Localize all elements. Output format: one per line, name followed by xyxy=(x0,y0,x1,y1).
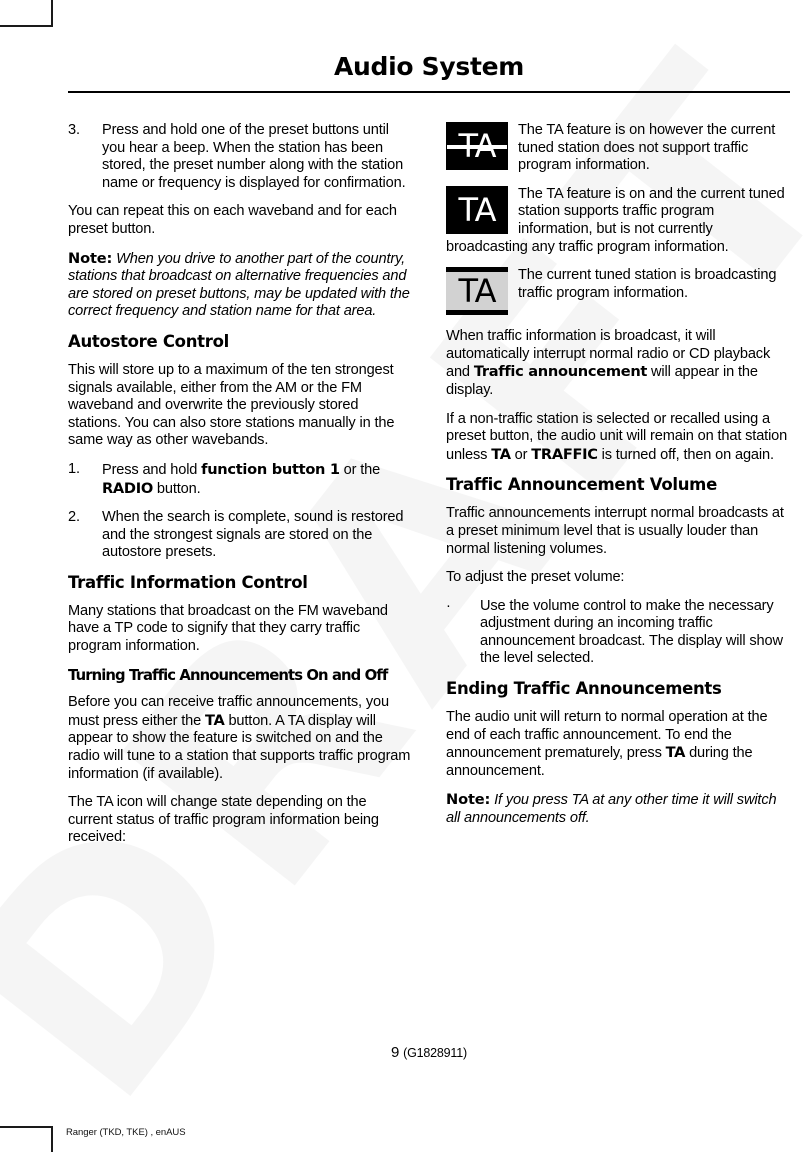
ta-button-label: TA xyxy=(491,445,511,463)
page-number: 9 (G1828911) xyxy=(68,1044,790,1061)
traffic-info-paragraph: Many stations that broadcast on the FM w… xyxy=(68,602,388,655)
page-number-value: 9 xyxy=(391,1044,400,1061)
section-heading-autostore-control: Autostore Control xyxy=(68,331,229,351)
document-footer: Ranger (TKD, TKE) , enAUS xyxy=(66,1127,186,1138)
note-text: If you press TA at any other time it wil… xyxy=(446,792,777,827)
page-title: Audio System xyxy=(333,52,525,81)
ta-state-description: The current tuned station is broadcastin… xyxy=(518,267,777,301)
ta-icon-label: TA xyxy=(458,272,497,311)
list-item-autostore-1: 1. Press and hold function button 1 or t… xyxy=(68,461,412,498)
turning-on-off-paragraph: Before you can receive traffic announcem… xyxy=(68,694,412,783)
ta-state-row-supported: TA The TA feature is on and the current … xyxy=(446,185,790,256)
two-column-body: 3. Press and hold one of the preset butt… xyxy=(68,122,790,858)
step-mid: or the xyxy=(339,461,381,478)
list-marker: 1. xyxy=(68,460,80,477)
note-paragraph-2: Note: If you press TA at any other time … xyxy=(446,791,790,827)
ta-state-row-unsupported: TA The TA feature is on however the curr… xyxy=(446,122,790,175)
list-marker: 2. xyxy=(68,509,80,526)
paragraph-suffix: is turned off, then on again. xyxy=(597,446,774,463)
ta-button-label: TA xyxy=(205,711,225,729)
repeat-paragraph: You can repeat this on each waveband and… xyxy=(68,203,397,237)
ta-icon-state-intro-paragraph: The TA icon will change state depending … xyxy=(68,794,379,846)
list-item-step-3: 3. Press and hold one of the preset butt… xyxy=(68,122,412,192)
note-label: Note: xyxy=(68,249,113,267)
right-column: TA The TA feature is on however the curr… xyxy=(446,122,790,858)
header-divider xyxy=(68,91,790,93)
subsection-heading-turning-traffic-announcements: Turning Traffic Announcements On and Off xyxy=(68,666,388,684)
note-text: When you drive to another part of the co… xyxy=(68,250,410,320)
ta-button-label: TA xyxy=(665,744,686,762)
step-suffix: button. xyxy=(152,480,201,497)
list-item-volume-adjust: · Use the volume control to make the nec… xyxy=(446,598,790,668)
left-column: 3. Press and hold one of the preset butt… xyxy=(68,122,412,858)
step-prefix: Press and hold xyxy=(102,461,202,478)
ta-state-row-broadcasting: TA The current tuned station is broadcas… xyxy=(446,267,790,317)
section-heading-ending-traffic-announcements: Ending Traffic Announcements xyxy=(446,679,722,699)
note-paragraph-1: Note: When you drive to another part of … xyxy=(68,250,412,321)
ta-icon-broadcasting: TA xyxy=(446,267,508,316)
function-button-1-label: function button 1 xyxy=(201,460,340,478)
list-item-text: When the search is complete, sound is re… xyxy=(102,509,404,561)
ta-icon-on-supported: TA xyxy=(446,185,508,234)
note-label: Note: xyxy=(446,791,491,809)
list-item-text: Use the volume control to make the neces… xyxy=(480,597,783,667)
manual-page: Audio System 3. Press and hold one of th… xyxy=(0,0,810,1152)
ta-icon-on-unsupported: TA xyxy=(446,122,508,170)
list-marker: 3. xyxy=(68,122,80,138)
volume-paragraph: Traffic announcements interrupt normal b… xyxy=(446,505,784,557)
ta-icon-label: TA xyxy=(458,190,497,229)
list-item-autostore-2: 2. When the search is complete, sound is… xyxy=(68,509,412,562)
adjust-preset-volume-intro: To adjust the preset volume: xyxy=(446,569,625,586)
section-heading-traffic-information-control: Traffic Information Control xyxy=(68,572,308,592)
page-number-code: (G1828911) xyxy=(403,1046,467,1060)
list-item-text: Press and hold one of the preset buttons… xyxy=(102,122,406,191)
non-traffic-station-paragraph: If a non-traffic station is selected or … xyxy=(446,411,790,465)
autostore-paragraph: This will store up to a maximum of the t… xyxy=(68,361,395,449)
traffic-announcement-display-label: Traffic announcement xyxy=(473,363,648,381)
traffic-button-label: TRAFFIC xyxy=(531,445,598,463)
bullet-marker: · xyxy=(446,597,451,614)
section-heading-traffic-announcement-volume: Traffic Announcement Volume xyxy=(446,475,717,495)
ta-icon-bottom-bar xyxy=(446,310,508,316)
list-item-text: Press and hold function button 1 or the … xyxy=(102,461,412,498)
paragraph-mid: or xyxy=(510,446,532,463)
ending-announcements-paragraph: The audio unit will return to normal ope… xyxy=(446,709,790,780)
ta-state-description: The TA feature is on however the current… xyxy=(518,122,776,174)
radio-button-label: RADIO xyxy=(102,479,153,497)
broadcast-interrupt-paragraph: When traffic information is broadcast, i… xyxy=(446,328,790,399)
ta-icon-strike-bar xyxy=(447,144,507,149)
